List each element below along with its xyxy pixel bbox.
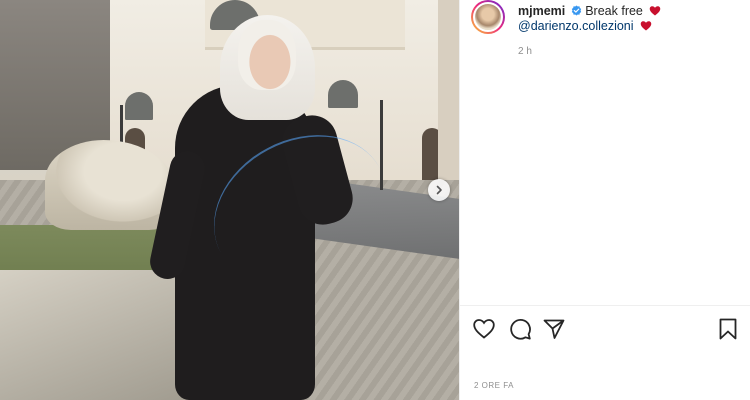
heart-outline-icon [473, 319, 495, 339]
caption-text: Break free [585, 4, 643, 18]
save-button[interactable] [716, 317, 740, 341]
share-button[interactable] [542, 317, 566, 341]
chevron-right-icon [436, 185, 442, 195]
actions-divider [460, 305, 750, 306]
bookmark-icon [719, 318, 737, 340]
comment-bubble-icon [510, 318, 531, 340]
post-actions [472, 317, 740, 341]
red-heart-emoji [650, 6, 661, 16]
next-photo-button[interactable] [428, 179, 450, 201]
mention-link[interactable]: @darienzo.collezioni [518, 19, 634, 33]
post-caption: mjmemi Break free @darienzo.collezioni [518, 4, 738, 34]
post-timestamp: 2 ORE FA [474, 381, 515, 390]
verified-badge-icon [571, 5, 581, 16]
username-link[interactable]: mjmemi [518, 4, 565, 18]
avatar[interactable] [471, 0, 505, 34]
paper-plane-icon [543, 319, 565, 339]
caption-time-ago: 2 h [518, 46, 532, 57]
like-button[interactable] [472, 317, 496, 341]
post-photo[interactable] [0, 0, 460, 400]
comment-button[interactable] [508, 317, 532, 341]
red-heart-emoji [640, 21, 652, 31]
